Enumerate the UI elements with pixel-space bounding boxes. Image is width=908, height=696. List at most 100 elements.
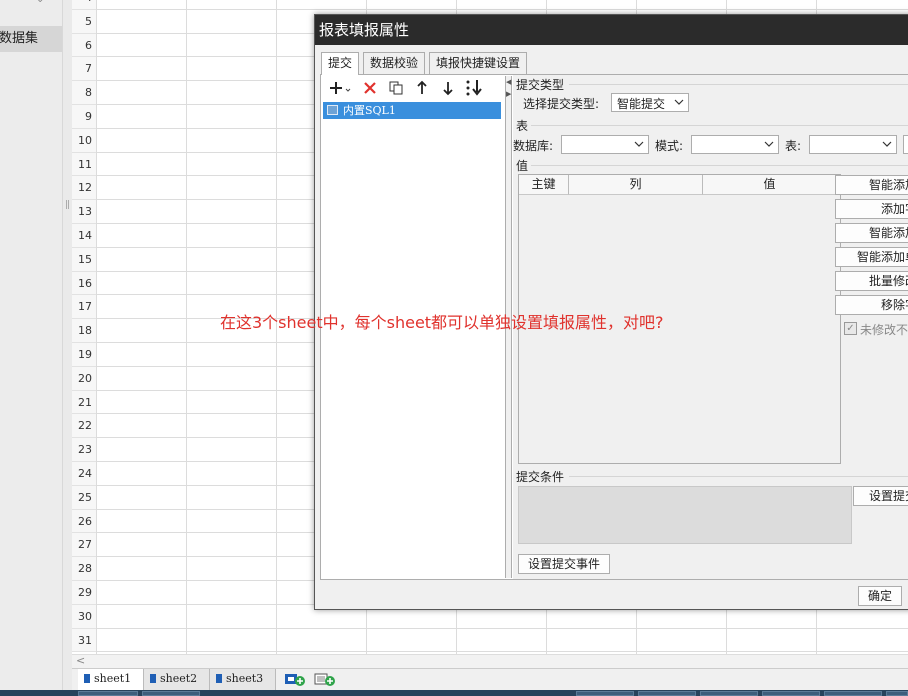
row-header[interactable]: 21 [72,390,96,415]
row-header[interactable]: 5 [72,9,96,34]
scroll-left-icon[interactable]: < [76,654,85,667]
chevron-down-icon [882,141,892,147]
dataset-label: 器数据集 [0,31,39,46]
submit-type-section: 提交类型 [516,78,565,92]
row-header[interactable]: 9 [72,105,96,129]
set-condition-button[interactable]: 设置提交 [853,486,908,506]
row-header[interactable]: 22 [72,414,96,439]
dialog-title: 报表填报属性 [315,15,908,45]
table-select[interactable] [809,135,897,154]
unmodified-no-update-checkbox[interactable]: ✓ [844,322,857,335]
row-header[interactable]: 30 [72,604,96,629]
smart-add-single-button[interactable]: 智能添加单 [835,247,908,267]
row-header[interactable]: 12 [72,176,96,201]
mode-select[interactable] [691,135,779,154]
column-header-key[interactable]: 主键 [519,175,569,195]
taskbar-item[interactable] [142,691,200,696]
add-dropdown-button[interactable] [328,79,354,97]
submit-type-select[interactable]: 智能提交 [611,93,689,112]
set-submit-event-button[interactable]: 设置提交事件 [518,554,610,574]
batch-modify-button[interactable]: 批量修改 [835,271,908,291]
table-extra-field[interactable] [903,135,908,154]
column-header-column[interactable]: 列 [569,175,703,195]
remove-field-button[interactable]: 移除字 [835,295,908,315]
submit-condition-box[interactable] [518,486,852,544]
add-field-button[interactable]: 添加字 [835,199,908,219]
database-select[interactable] [561,135,649,154]
grid-column-line [96,0,97,654]
row-header[interactable]: 26 [72,509,96,534]
row-header[interactable]: 14 [72,224,96,248]
row-header[interactable]: 15 [72,247,96,272]
row-header[interactable]: 29 [72,581,96,605]
sort-button[interactable] [464,79,484,97]
row-header[interactable]: 11 [72,152,96,177]
add-sheet-icon[interactable] [284,672,306,686]
smart-add-cell-button[interactable]: 智能添加 [835,223,908,243]
row-header[interactable]: 27 [72,533,96,558]
row-header[interactable]: 23 [72,438,96,462]
delete-button[interactable] [360,79,380,97]
column-header-value[interactable]: 值 [703,175,837,195]
sheet-tab-3[interactable]: sheet3 [210,669,276,690]
smart-add-button[interactable]: 智能添加 [835,175,908,195]
row-header[interactable]: 17 [72,295,96,320]
row-header[interactable]: 24 [72,462,96,486]
grid-row-line [96,651,908,653]
sheet-icon [84,674,90,683]
sheet-tab-label: sheet1 [94,672,132,685]
divider [569,476,908,477]
row-header[interactable]: 16 [72,271,96,296]
list-item[interactable]: 内置SQL1 [323,102,501,119]
panel-splitter[interactable]: || [62,0,72,690]
tab-shortcut-settings[interactable]: 填报快捷键设置 [429,52,527,74]
sheet-icon [216,674,222,683]
tab-data-validation[interactable]: 数据校验 [363,52,425,74]
row-header[interactable]: 28 [72,557,96,581]
table-section: 表 [516,119,529,133]
arrow-down-icon [443,82,453,96]
row-header[interactable]: 18 [72,319,96,343]
chevron-down-icon[interactable]: ⌄ [36,0,48,5]
sheet-tab-label: sheet2 [160,672,198,685]
left-panel: ⌄ 器数据集 [0,0,62,690]
divider [531,125,908,126]
taskbar-item[interactable] [638,691,696,696]
row-header[interactable]: 8 [72,81,96,105]
divider [531,165,908,166]
row-header[interactable]: 4 [72,0,96,10]
taskbar-item[interactable] [78,691,138,696]
collapse-left-icon[interactable]: ◀ [506,78,511,86]
mode-label: 模式: [655,139,684,153]
ok-button[interactable]: 确定 [858,586,902,606]
sheet-icon [150,674,156,683]
checkbox-label: 未修改不更 [860,323,908,337]
row-header[interactable]: 19 [72,343,96,367]
expand-right-icon[interactable]: ▶ [506,90,511,98]
row-header[interactable]: 7 [72,57,96,82]
taskbar-item[interactable] [824,691,882,696]
sheet-tab-2[interactable]: sheet2 [144,669,210,690]
add-report-icon[interactable] [314,672,336,686]
move-down-button[interactable] [438,79,458,97]
taskbar-item[interactable] [576,691,634,696]
copy-button[interactable] [386,79,406,97]
row-header[interactable]: 10 [72,128,96,153]
row-header[interactable]: 6 [72,33,96,58]
row-header[interactable]: 20 [72,366,96,391]
horizontal-scrollbar[interactable]: < [72,654,908,668]
dataset-list-item[interactable]: 器数据集 [0,26,62,52]
grid-column-line [186,0,187,654]
submit-type-label: 选择提交类型: [523,97,600,111]
delete-x-icon [364,82,376,94]
taskbar-item[interactable] [762,691,820,696]
move-up-button[interactable] [412,79,432,97]
sheet-tab-1[interactable]: sheet1 [78,669,144,690]
row-header[interactable]: 13 [72,200,96,224]
row-header[interactable]: 25 [72,485,96,510]
taskbar-item[interactable] [886,691,908,696]
row-header[interactable]: 31 [72,628,96,653]
tab-submit[interactable]: 提交 [321,52,359,75]
taskbar-item[interactable] [700,691,758,696]
list-toolbar [322,76,506,100]
